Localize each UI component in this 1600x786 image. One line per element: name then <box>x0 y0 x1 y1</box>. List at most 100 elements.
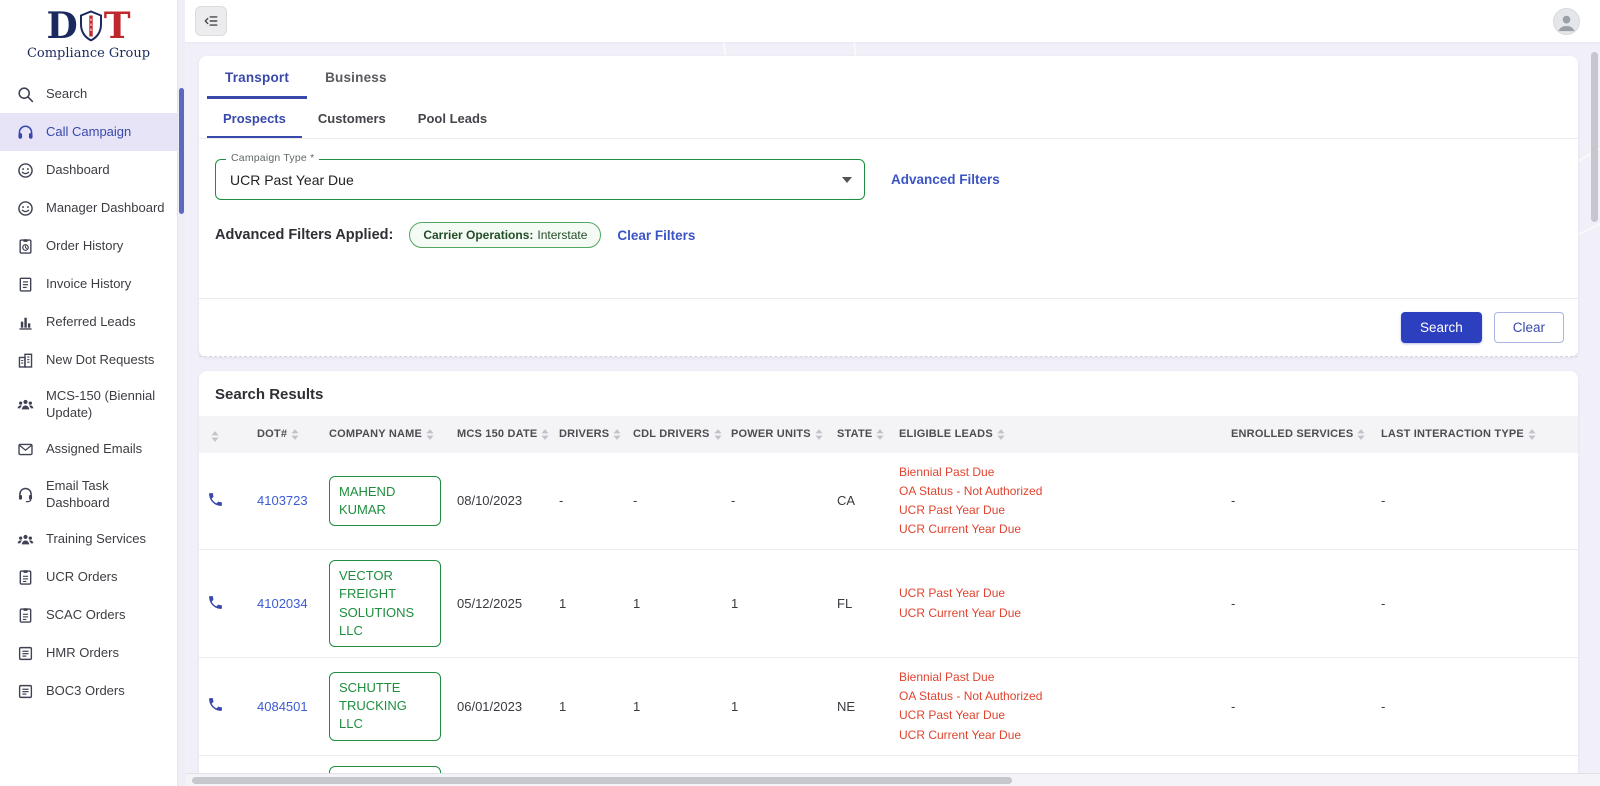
filter-body: Campaign Type * UCR Past Year Due Advanc… <box>199 139 1578 272</box>
column-header-eligible-leads[interactable]: ELIGIBLE LEADS <box>891 416 1223 453</box>
chevron-down-icon[interactable] <box>842 177 852 183</box>
sidebar-item-assigned-emails[interactable]: Assigned Emails <box>0 431 177 469</box>
content-area: TransportBusiness ProspectsCustomersPool… <box>185 42 1600 786</box>
tab-business[interactable]: Business <box>307 56 405 99</box>
gauge-icon <box>15 160 35 180</box>
column-header-cdl-drivers[interactable]: CDL DRIVERS <box>625 416 723 453</box>
tab-transport[interactable]: Transport <box>207 56 307 99</box>
column-header-state[interactable]: STATE <box>829 416 891 453</box>
sidebar-item-boc3-orders[interactable]: BOC3 Orders <box>0 673 177 711</box>
support-icon <box>15 485 35 505</box>
sidebar-item-search[interactable]: Search <box>0 75 177 113</box>
sidebar-item-label: Dashboard <box>46 162 110 179</box>
table-row: 4102034 VECTOR FREIGHT SOLUTIONS LLC 05/… <box>199 550 1578 658</box>
eligible-lead: OA Status - Not Authorized <box>899 482 1215 501</box>
sidebar-item-label: MCS-150 (Biennial Update) <box>46 388 171 422</box>
clear-button[interactable]: Clear <box>1494 312 1564 343</box>
subtab-prospects[interactable]: Prospects <box>207 99 302 138</box>
column-header-company-name[interactable]: COMPANY NAME <box>321 416 449 453</box>
sidebar-item-scac-orders[interactable]: SCAC Orders <box>0 597 177 635</box>
sidebar-item-email-task-dashboard[interactable]: Email Task Dashboard <box>0 469 177 521</box>
mcs150-date-cell: 05/12/2025 <box>449 550 551 658</box>
sidebar-item-label: Training Services <box>46 531 146 548</box>
dot-number-link[interactable]: 4102034 <box>257 596 308 611</box>
eligible-leads-cell: Biennial Past DueOA Status - Not Authori… <box>891 658 1223 756</box>
building-icon <box>15 350 35 370</box>
last-interaction-cell: - <box>1373 453 1578 550</box>
secondary-tabs: ProspectsCustomersPool Leads <box>199 99 1578 139</box>
sidebar-item-label: Email Task Dashboard <box>46 478 171 512</box>
applied-filters-label: Advanced Filters Applied: <box>215 227 393 243</box>
sidebar-item-dashboard[interactable]: Dashboard <box>0 151 177 189</box>
sidebar-item-mcs-150-biennial-update[interactable]: MCS-150 (Biennial Update) <box>0 379 177 431</box>
sort-icon <box>714 429 722 440</box>
sort-icon <box>876 429 884 440</box>
dot-number-link[interactable]: 4103723 <box>257 493 308 508</box>
sidebar-item-label: Assigned Emails <box>46 441 142 458</box>
state-cell: FL <box>829 550 891 658</box>
horizontal-scrollbar[interactable] <box>186 773 1600 786</box>
sort-icon <box>815 429 823 440</box>
call-phone-icon[interactable] <box>207 594 224 611</box>
subtab-customers[interactable]: Customers <box>302 99 402 138</box>
sidebar-item-referred-leads[interactable]: Referred Leads <box>0 303 177 341</box>
subtab-pool-leads[interactable]: Pool Leads <box>402 99 503 138</box>
horizontal-scrollbar-thumb[interactable] <box>192 777 1012 784</box>
search-button[interactable]: Search <box>1401 312 1482 343</box>
sidebar-item-invoice-history[interactable]: Invoice History <box>0 265 177 303</box>
drivers-cell: - <box>551 453 625 550</box>
eligible-lead: Biennial Past Due <box>899 463 1215 482</box>
chip-value: Interstate <box>537 228 587 242</box>
clear-filters-link[interactable]: Clear Filters <box>617 228 695 243</box>
clipboard-icon <box>15 606 35 626</box>
user-avatar[interactable] <box>1553 8 1580 35</box>
column-header-power-units[interactable]: POWER UNITS <box>723 416 829 453</box>
call-phone-icon[interactable] <box>207 696 224 713</box>
sidebar-item-training-services[interactable]: Training Services <box>0 521 177 559</box>
enrolled-services-cell: - <box>1223 453 1373 550</box>
sort-icon <box>541 429 549 440</box>
company-name-box: SCHUTTE TRUCKING LLC <box>329 672 441 741</box>
sidebar-item-label: UCR Orders <box>46 569 118 586</box>
call-phone-icon[interactable] <box>207 491 224 508</box>
column-label: POWER UNITS <box>731 428 811 440</box>
sort-icon <box>613 429 621 440</box>
advanced-filters-link[interactable]: Advanced Filters <box>891 172 1000 187</box>
primary-tabs: TransportBusiness <box>199 56 1578 99</box>
dot-number-link[interactable]: 4084501 <box>257 699 308 714</box>
campaign-type-select[interactable]: Campaign Type * UCR Past Year Due <box>215 159 865 200</box>
drivers-cell: 1 <box>551 658 625 756</box>
sort-icon <box>997 429 1005 440</box>
eligible-lead: UCR Current Year Due <box>899 520 1215 539</box>
column-header-enrolled-services[interactable]: ENROLLED SERVICES <box>1223 416 1373 453</box>
sidebar-item-manager-dashboard[interactable]: Manager Dashboard <box>0 189 177 227</box>
column-header-dot[interactable]: DOT# <box>249 416 321 453</box>
vertical-scrollbar-thumb[interactable] <box>1591 52 1598 222</box>
column-label: LAST INTERACTION TYPE <box>1381 428 1524 440</box>
column-header-last-interaction-type[interactable]: LAST INTERACTION TYPE <box>1373 416 1578 453</box>
column-header-sort[interactable] <box>199 416 249 453</box>
sidebar-item-new-dot-requests[interactable]: New Dot Requests <box>0 341 177 379</box>
sidebar-item-hmr-orders[interactable]: HMR Orders <box>0 635 177 673</box>
filter-chip-carrier-operations[interactable]: Carrier Operations: Interstate <box>409 222 601 248</box>
sidebar-item-order-history[interactable]: Order History <box>0 227 177 265</box>
column-label: ELIGIBLE LEADS <box>899 428 993 440</box>
sidebar-item-ucr-orders[interactable]: UCR Orders <box>0 559 177 597</box>
sidebar-scrollbar[interactable] <box>178 0 185 786</box>
column-header-drivers[interactable]: DRIVERS <box>551 416 625 453</box>
eligible-lead: OA Status - Not Authorized <box>899 687 1215 706</box>
collapse-sidebar-button[interactable] <box>195 6 227 36</box>
mail-icon <box>15 440 35 460</box>
mcs150-date-cell: 08/10/2023 <box>449 453 551 550</box>
list-icon <box>15 682 35 702</box>
column-header-mcs-150-date[interactable]: MCS 150 DATE <box>449 416 551 453</box>
sidebar-scrollbar-thumb[interactable] <box>179 88 184 214</box>
sidebar-item-call-campaign[interactable]: Call Campaign <box>0 113 177 151</box>
table-row: 4103723 MAHEND KUMAR 08/10/2023 - - - CA… <box>199 453 1578 550</box>
company-name-box: MAHEND KUMAR <box>329 476 441 526</box>
eligible-lead: UCR Current Year Due <box>899 726 1215 745</box>
power-units-cell: 1 <box>723 658 829 756</box>
sidebar-item-label: Call Campaign <box>46 124 131 141</box>
sidebar-item-label: HMR Orders <box>46 645 119 662</box>
eligible-leads-cell: UCR Past Year DueUCR Current Year Due <box>891 550 1223 658</box>
